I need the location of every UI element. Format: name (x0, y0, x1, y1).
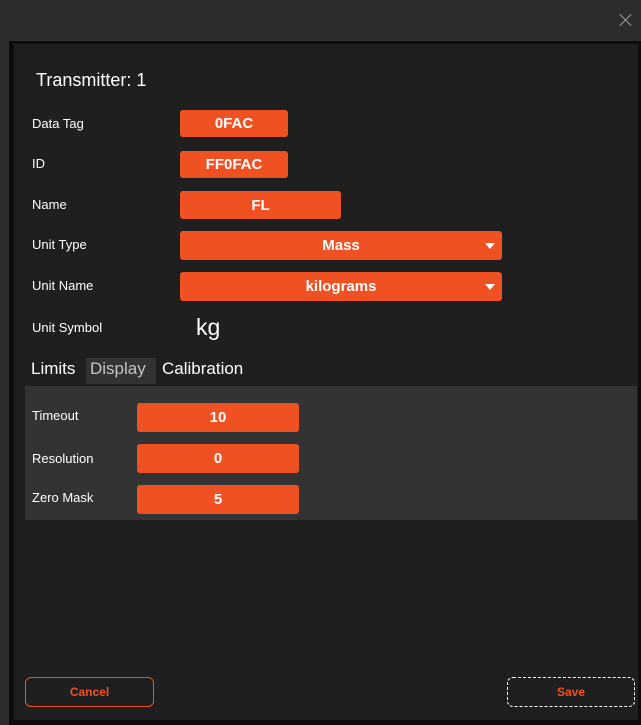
unit-name-value: kilograms (305, 278, 377, 295)
unit-type-value: Mass (322, 237, 360, 254)
tab-calibration[interactable]: Calibration (162, 358, 243, 384)
unit-type-select[interactable]: Mass (180, 231, 502, 260)
tab-display[interactable]: Display (86, 358, 156, 384)
timeout-field[interactable]: 10 (137, 403, 299, 432)
zero-mask-field[interactable]: 5 (137, 485, 299, 514)
unit-type-label: Unit Type (32, 237, 87, 252)
cancel-button[interactable]: Cancel (25, 677, 154, 707)
data-tag-field[interactable]: 0FAC (180, 110, 288, 137)
tab-limits[interactable]: Limits (31, 358, 75, 384)
chevron-down-icon (485, 243, 495, 249)
chevron-down-icon (485, 284, 495, 290)
window-titlebar (0, 0, 641, 41)
name-label: Name (32, 197, 67, 212)
dialog-title: Transmitter: 1 (36, 70, 147, 90)
resolution-label: Resolution (32, 451, 94, 466)
close-icon[interactable] (619, 13, 633, 27)
unit-name-label: Unit Name (32, 278, 94, 293)
unit-symbol-value: kg (196, 314, 221, 340)
name-field[interactable]: FL (180, 191, 341, 219)
save-button[interactable]: Save (507, 677, 635, 707)
zero-mask-label: Zero Mask (32, 490, 94, 505)
id-field[interactable]: FF0FAC (180, 151, 288, 178)
unit-name-select[interactable]: kilograms (180, 272, 502, 301)
timeout-label: Timeout (32, 408, 79, 423)
display-tab-panel (25, 386, 637, 520)
id-label: ID (32, 156, 45, 171)
unit-symbol-label: Unit Symbol (32, 320, 103, 335)
resolution-field[interactable]: 0 (137, 444, 299, 473)
data-tag-label: Data Tag (32, 116, 84, 131)
